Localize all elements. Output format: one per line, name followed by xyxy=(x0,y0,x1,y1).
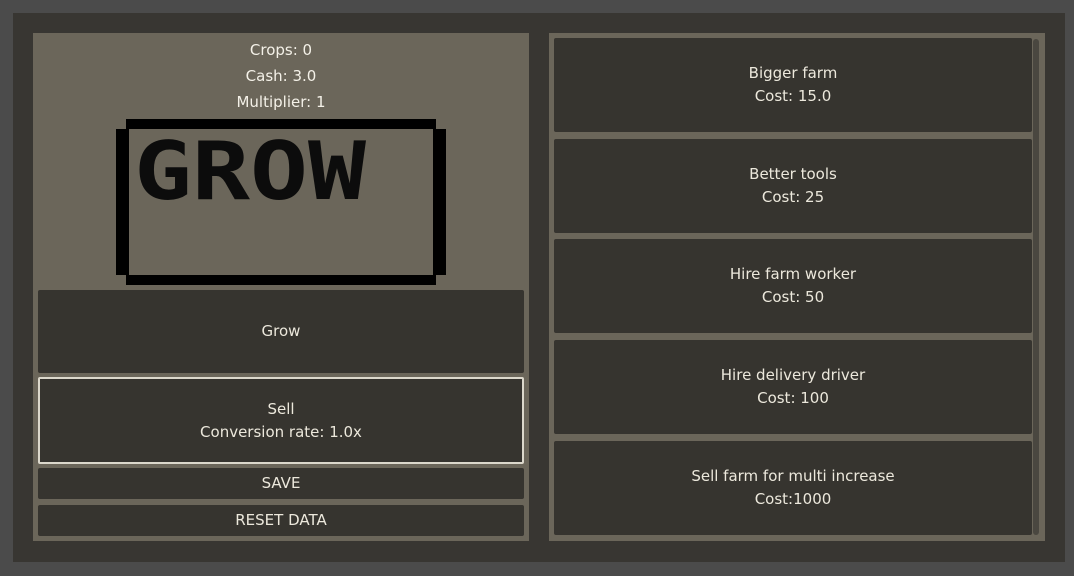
shop-item-name: Bigger farm xyxy=(748,64,838,82)
shop-item-name: Hire delivery driver xyxy=(720,366,866,384)
shop-item-cost: Cost:1000 xyxy=(754,490,832,508)
shop-item-better-tools[interactable]: Better tools Cost: 25 xyxy=(554,139,1032,233)
shop-item-hire-farm-worker[interactable]: Hire farm worker Cost: 50 xyxy=(554,239,1032,333)
grow-sign-text: GROW xyxy=(134,125,367,218)
shop-item-bigger-farm[interactable]: Bigger farm Cost: 15.0 xyxy=(554,38,1032,132)
grow-button-label: Grow xyxy=(261,322,301,340)
shop-item-cost: Cost: 25 xyxy=(761,188,825,206)
sell-button-label: Sell xyxy=(267,399,295,418)
save-button-label: SAVE xyxy=(261,474,301,492)
shop-item-name: Hire farm worker xyxy=(729,265,857,283)
reset-button-label: RESET DATA xyxy=(235,511,327,529)
shop-item-hire-delivery-driver[interactable]: Hire delivery driver Cost: 100 xyxy=(554,340,1032,434)
crops-counter: Crops: 0 xyxy=(249,41,313,59)
farm-panel: Crops: 0 Cash: 3.0 Multiplier: 1 GROW Gr… xyxy=(33,33,529,541)
shop-item-sell-farm[interactable]: Sell farm for multi increase Cost:1000 xyxy=(554,441,1032,535)
save-button[interactable]: SAVE xyxy=(38,468,524,499)
shop-scrollbar[interactable] xyxy=(1033,39,1039,535)
shop-item-cost: Cost: 100 xyxy=(757,389,829,407)
shop-item-cost: Cost: 50 xyxy=(761,288,825,306)
shop-item-name: Sell farm for multi increase xyxy=(691,467,895,485)
cash-counter: Cash: 3.0 xyxy=(245,67,317,85)
grow-sign: GROW xyxy=(116,119,446,285)
grow-button[interactable]: Grow xyxy=(38,290,524,373)
multiplier-counter: Multiplier: 1 xyxy=(236,93,326,111)
reset-data-button[interactable]: RESET DATA xyxy=(38,505,524,536)
shop-item-name: Better tools xyxy=(749,165,837,183)
shop-panel: Bigger farm Cost: 15.0 Better tools Cost… xyxy=(549,33,1045,541)
conversion-rate: Conversion rate: 1.0x xyxy=(200,422,362,441)
sell-button[interactable]: Sell Conversion rate: 1.0x xyxy=(38,377,524,464)
shop-item-cost: Cost: 15.0 xyxy=(754,87,832,105)
